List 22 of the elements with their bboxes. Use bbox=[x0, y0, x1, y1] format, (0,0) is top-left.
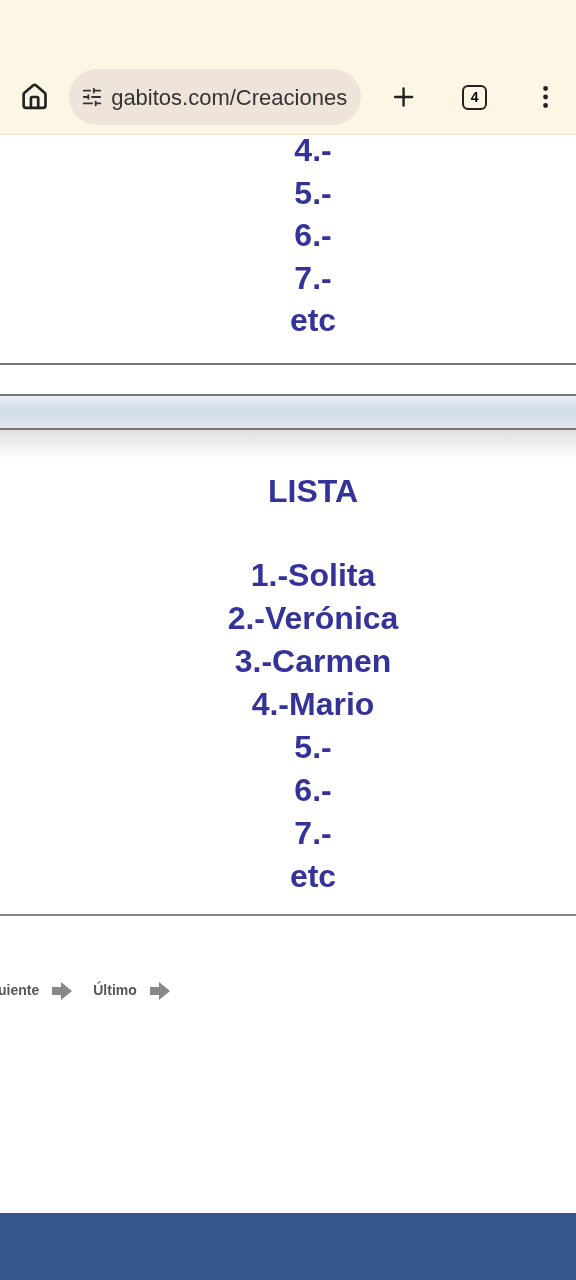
arrow-icon bbox=[51, 980, 74, 1001]
list-entry: 5.- bbox=[294, 728, 332, 767]
list-entry: etc bbox=[289, 301, 337, 340]
pager-link[interactable]: Último bbox=[93, 980, 137, 1001]
url-text: gabitos.com/Creaciones bbox=[111, 83, 348, 112]
list-entry: 4.-Mario bbox=[251, 685, 375, 724]
list-title: LISTA bbox=[267, 471, 359, 511]
arrow-icon bbox=[148, 980, 171, 1001]
site-settings-icon[interactable] bbox=[81, 86, 104, 108]
list-entry: 4.- bbox=[294, 131, 332, 170]
list-entry: 5.- bbox=[294, 173, 332, 213]
tab-count-button[interactable]: 4 bbox=[462, 84, 487, 110]
address-bar[interactable]: gabitos.com/Creaciones bbox=[69, 69, 362, 125]
home-icon[interactable] bbox=[20, 82, 50, 112]
list-entry: 3.-Carmen bbox=[234, 642, 392, 681]
list-entry: 7.- bbox=[294, 258, 332, 298]
list-entry: 6.- bbox=[294, 216, 332, 255]
list-entry: 7.- bbox=[294, 814, 332, 853]
list-entry: etc bbox=[289, 857, 337, 896]
list-entry: 2.-Verónica bbox=[227, 599, 399, 638]
list-entry: 6.- bbox=[294, 771, 332, 810]
list-entry: 1.-Solita bbox=[250, 556, 376, 595]
